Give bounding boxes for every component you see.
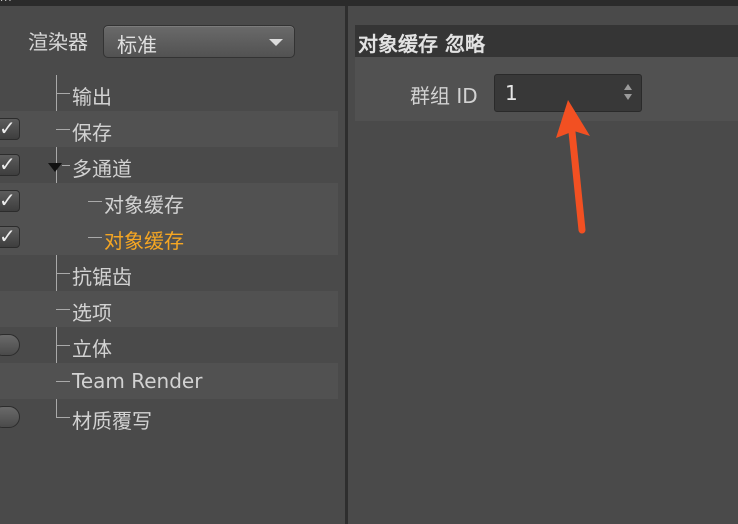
tree-branch bbox=[88, 237, 102, 238]
stepper-down-icon[interactable] bbox=[624, 94, 632, 100]
tree-item-multipass[interactable]: ✓ 多通道 bbox=[0, 147, 338, 183]
checkbox-object-buffer-2[interactable]: ✓ bbox=[0, 224, 20, 248]
ellipsis-indicator: ... bbox=[0, 0, 13, 4]
expand-triangle-icon[interactable] bbox=[48, 163, 62, 172]
tree-branch bbox=[56, 309, 70, 310]
checkbox-multipass[interactable]: ✓ bbox=[0, 152, 20, 176]
tree-item-object-buffer-1[interactable]: ✓ 对象缓存 bbox=[0, 183, 338, 219]
tree-item-save[interactable]: ✓ 保存 bbox=[0, 111, 338, 147]
tree-item-label: 保存 bbox=[72, 121, 112, 145]
tree-item-team-render[interactable]: Team Render bbox=[0, 363, 338, 399]
tree-branch bbox=[56, 381, 70, 382]
toggle-stereo[interactable] bbox=[0, 334, 20, 356]
tree-item-stereo[interactable]: 立体 bbox=[0, 327, 338, 363]
tree-item-label: 立体 bbox=[72, 337, 112, 361]
group-id-value: 1 bbox=[505, 81, 518, 105]
tree-branch bbox=[88, 201, 102, 202]
tree-branch bbox=[56, 129, 70, 130]
properties-panel: 对象缓存 忽略 群组 ID 1 bbox=[348, 6, 738, 524]
annotation-arrow-icon bbox=[556, 100, 590, 234]
tree-item-object-buffer-2[interactable]: ✓ 对象缓存 bbox=[0, 219, 338, 255]
checkmark-icon: ✓ bbox=[0, 188, 16, 212]
checkmark-icon: ✓ bbox=[0, 116, 16, 140]
chevron-down-icon bbox=[269, 39, 283, 46]
left-panel: 渲染器 标准 输出 ✓ 保存 ✓ 多通道 ✓ 对象缓存 ✓ 对象缓存 抗锯齿 选… bbox=[0, 6, 345, 524]
renderer-label: 渲染器 bbox=[28, 30, 88, 54]
tree-item-label-selected: 对象缓存 bbox=[104, 229, 184, 253]
tree-item-antialiasing[interactable]: 抗锯齿 bbox=[0, 255, 338, 291]
checkbox-object-buffer-1[interactable]: ✓ bbox=[0, 188, 20, 212]
tree-item-label: 对象缓存 bbox=[104, 193, 184, 217]
tree-branch bbox=[56, 345, 70, 346]
renderer-select-value: 标准 bbox=[117, 33, 157, 57]
tree-branch bbox=[56, 93, 70, 94]
tree-item-label: 选项 bbox=[72, 301, 112, 325]
tree-item-label: Team Render bbox=[72, 369, 203, 393]
tree-branch bbox=[56, 273, 70, 274]
tree-branch bbox=[62, 165, 70, 166]
group-id-label: 群组 ID bbox=[410, 84, 478, 108]
stepper-icon[interactable] bbox=[624, 84, 634, 102]
tree-item-label: 输出 bbox=[72, 85, 112, 109]
tree-item-label: 抗锯齿 bbox=[72, 265, 132, 289]
checkmark-icon: ✓ bbox=[0, 152, 16, 176]
section-header: 对象缓存 忽略 bbox=[355, 25, 738, 57]
tree-item-material-override[interactable]: 材质覆写 bbox=[0, 399, 338, 435]
renderer-select[interactable]: 标准 bbox=[103, 25, 295, 58]
checkbox-save[interactable]: ✓ bbox=[0, 116, 20, 140]
toggle-material-override[interactable] bbox=[0, 406, 20, 428]
tree-item-label: 材质覆写 bbox=[72, 409, 152, 433]
render-settings-tree: 输出 ✓ 保存 ✓ 多通道 ✓ 对象缓存 ✓ 对象缓存 抗锯齿 选项 立体 Te… bbox=[0, 75, 338, 435]
tree-branch bbox=[56, 417, 70, 418]
section-title: 对象缓存 忽略 bbox=[358, 32, 485, 56]
tree-item-options[interactable]: 选项 bbox=[0, 291, 338, 327]
tree-item-output[interactable]: 输出 bbox=[0, 75, 338, 111]
tree-item-label: 多通道 bbox=[72, 157, 132, 181]
checkmark-icon: ✓ bbox=[0, 224, 16, 248]
stepper-up-icon[interactable] bbox=[624, 84, 632, 90]
